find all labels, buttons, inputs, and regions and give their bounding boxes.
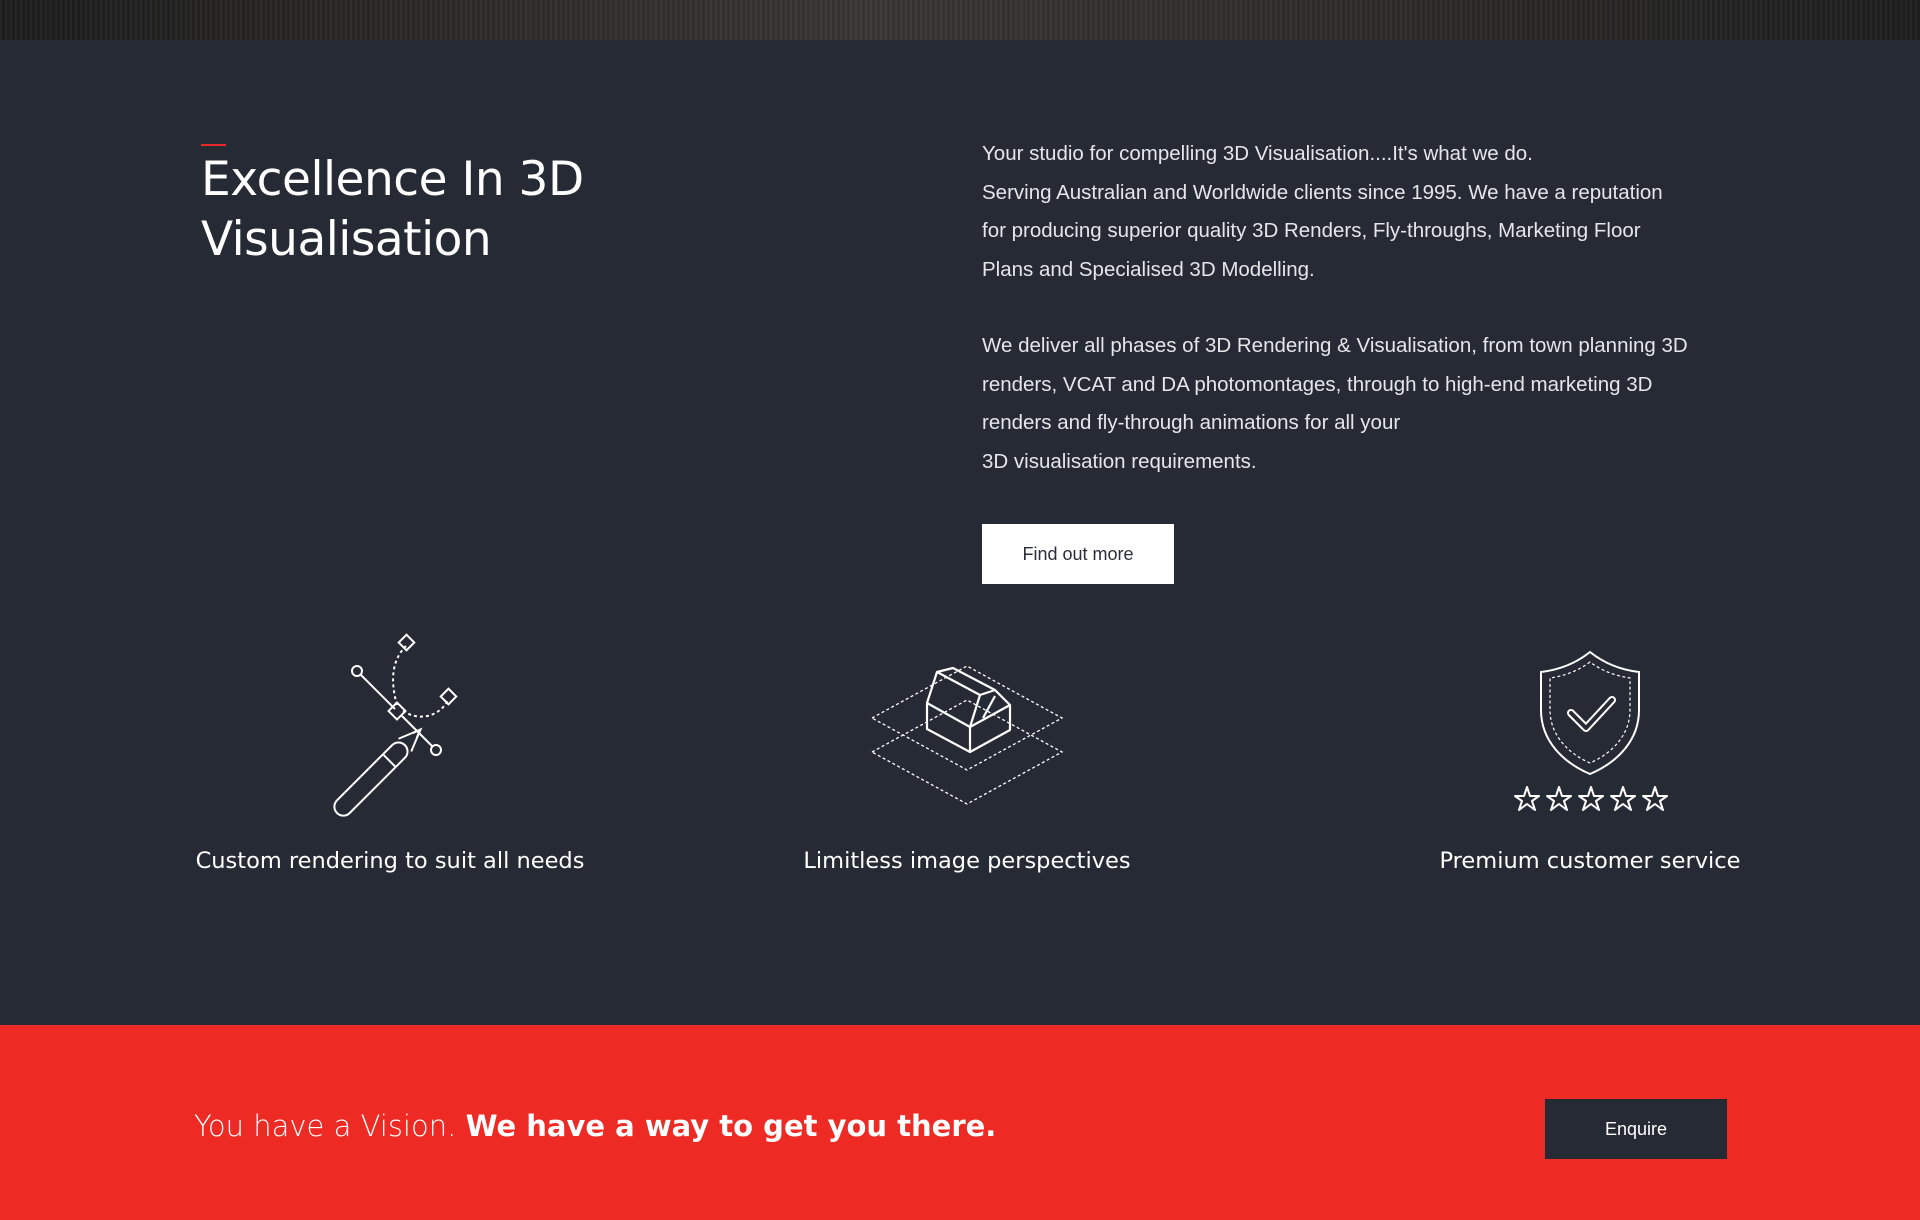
feature-custom-rendering: Custom rendering to suit all needs: [160, 630, 620, 874]
hero-image-strip: [0, 0, 1920, 40]
feature-perspectives: Limitless image perspectives: [757, 630, 1177, 874]
cta-text-light: You have a Vision.: [194, 1109, 466, 1143]
shield-check-stars-icon: [1514, 650, 1668, 811]
isometric-house-layers-icon: [870, 665, 1064, 805]
detail-line: renders and fly-through animations for a…: [982, 411, 1401, 434]
heading-accent-line: [201, 144, 226, 146]
feature-label: Premium customer service: [1439, 848, 1741, 874]
page-title-line1: Excellence In 3D: [201, 152, 584, 207]
detail-line: 3D visualisation requirements.: [982, 449, 1257, 473]
intro-line: Plans and Specialised 3D Modelling.: [982, 257, 1315, 281]
find-out-more-button[interactable]: Find out more: [982, 524, 1174, 584]
intro-line: Your studio for compelling 3D Visualisat…: [982, 142, 1533, 165]
feature-label: Limitless image perspectives: [803, 848, 1131, 874]
cta-text-bold: We have a way to get you there.: [465, 1109, 997, 1143]
pen-tool-icon: [333, 633, 458, 817]
intro-line: for producing superior quality 3D Render…: [982, 219, 1641, 242]
detail-line: We deliver all phases of 3D Rendering & …: [982, 334, 1688, 357]
intro-text: Your studio for compelling 3D Visualisat…: [982, 135, 1742, 481]
page-title-line2: Visualisation: [201, 212, 492, 267]
feature-customer-service: Premium customer service: [1390, 630, 1790, 874]
detail-line: renders, VCAT and DA photomontages, thro…: [982, 372, 1653, 396]
feature-label: Custom rendering to suit all needs: [195, 848, 585, 874]
cta-text: You have a Vision. We have a way to get …: [194, 1109, 996, 1143]
cta-banner: You have a Vision. We have a way to get …: [0, 1025, 1920, 1220]
enquire-button[interactable]: Enquire: [1545, 1099, 1727, 1159]
page-title: Excellence In 3D Visualisation: [201, 150, 721, 270]
intro-line: Serving Australian and Worldwide clients…: [982, 180, 1663, 204]
